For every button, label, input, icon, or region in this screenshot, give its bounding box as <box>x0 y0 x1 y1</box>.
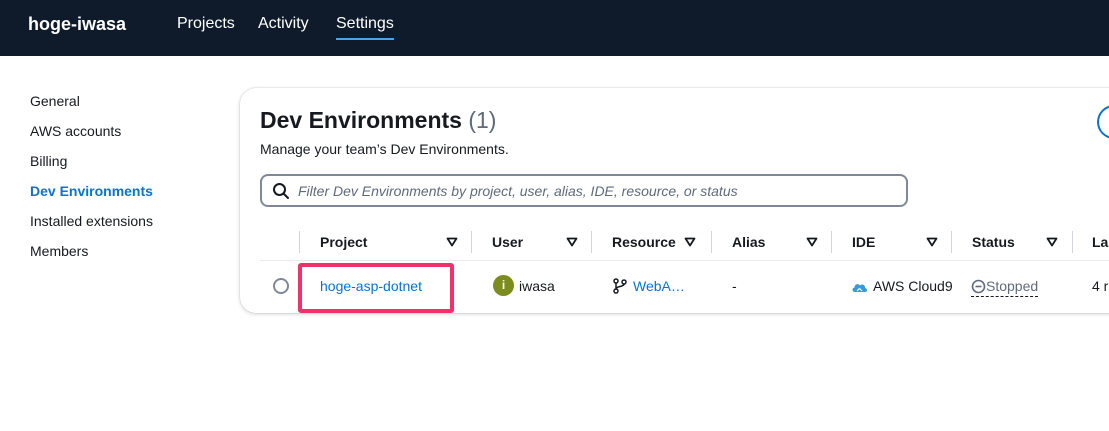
sidebar-item-members[interactable]: Members <box>30 243 88 259</box>
environment-count: (1) <box>468 107 497 133</box>
column-divider[interactable] <box>831 231 832 253</box>
sort-caret-icon[interactable] <box>926 236 938 248</box>
sort-caret-icon[interactable] <box>1046 236 1058 248</box>
create-button-edge[interactable] <box>1097 105 1109 139</box>
page-title-text: Dev Environments <box>260 107 462 133</box>
page-description: Manage your team’s Dev Environments. <box>260 141 509 157</box>
column-divider[interactable] <box>951 231 952 253</box>
column-header-user[interactable]: User <box>492 234 523 250</box>
sidebar-item-dev-environments[interactable]: Dev Environments <box>30 183 153 199</box>
top-nav-bar: hoge-iwasa Projects Activity Settings <box>0 0 1109 56</box>
project-link[interactable]: hoge-asp-dotnet <box>320 278 422 294</box>
status-text: Stopped <box>986 278 1039 294</box>
column-header-status[interactable]: Status <box>972 234 1015 250</box>
header-separator <box>260 260 1109 261</box>
sidebar-item-billing[interactable]: Billing <box>30 153 67 169</box>
column-divider[interactable] <box>711 231 712 253</box>
column-divider[interactable] <box>299 231 300 253</box>
column-divider[interactable] <box>471 231 472 253</box>
last-modified-value: 4 r <box>1092 278 1109 294</box>
sidebar-item-installed-extensions[interactable]: Installed extensions <box>30 213 153 229</box>
nav-settings[interactable]: Settings <box>336 15 394 40</box>
ide-name: AWS Cloud9 <box>873 278 953 294</box>
resource-link[interactable]: WebA… <box>633 278 685 294</box>
stopped-status-icon <box>971 279 986 294</box>
space-name[interactable]: hoge-iwasa <box>28 14 126 35</box>
nav-activity[interactable]: Activity <box>258 15 309 33</box>
column-header-alias[interactable]: Alias <box>732 234 765 250</box>
status-stopped[interactable]: Stopped <box>971 278 1039 297</box>
column-header-ide[interactable]: IDE <box>852 234 875 250</box>
column-header-last[interactable]: Las <box>1092 234 1109 250</box>
sort-caret-icon[interactable] <box>566 236 578 248</box>
sort-caret-icon[interactable] <box>446 236 458 248</box>
row-select-radio[interactable] <box>273 278 289 294</box>
git-branch-icon <box>613 278 627 294</box>
column-divider[interactable] <box>1072 231 1073 253</box>
filter-box[interactable] <box>260 174 908 207</box>
column-header-resource[interactable]: Resource <box>612 234 676 250</box>
cloud9-icon <box>852 284 868 292</box>
column-divider[interactable] <box>591 231 592 253</box>
nav-projects[interactable]: Projects <box>177 15 235 33</box>
page-title: Dev Environments (1) <box>260 107 496 134</box>
avatar: i <box>493 275 514 296</box>
search-icon <box>273 183 289 199</box>
sidebar-item-aws-accounts[interactable]: AWS accounts <box>30 123 121 139</box>
alias-value: - <box>732 278 737 294</box>
filter-input[interactable] <box>298 180 898 202</box>
column-header-project[interactable]: Project <box>320 234 367 250</box>
dev-environments-card: Dev Environments (1) Manage your team’s … <box>240 88 1109 313</box>
sidebar-item-general[interactable]: General <box>30 93 80 109</box>
sort-caret-icon[interactable] <box>806 236 818 248</box>
user-name: iwasa <box>519 278 555 294</box>
sort-caret-icon[interactable] <box>684 236 696 248</box>
status-badge: Stopped <box>971 278 1039 297</box>
